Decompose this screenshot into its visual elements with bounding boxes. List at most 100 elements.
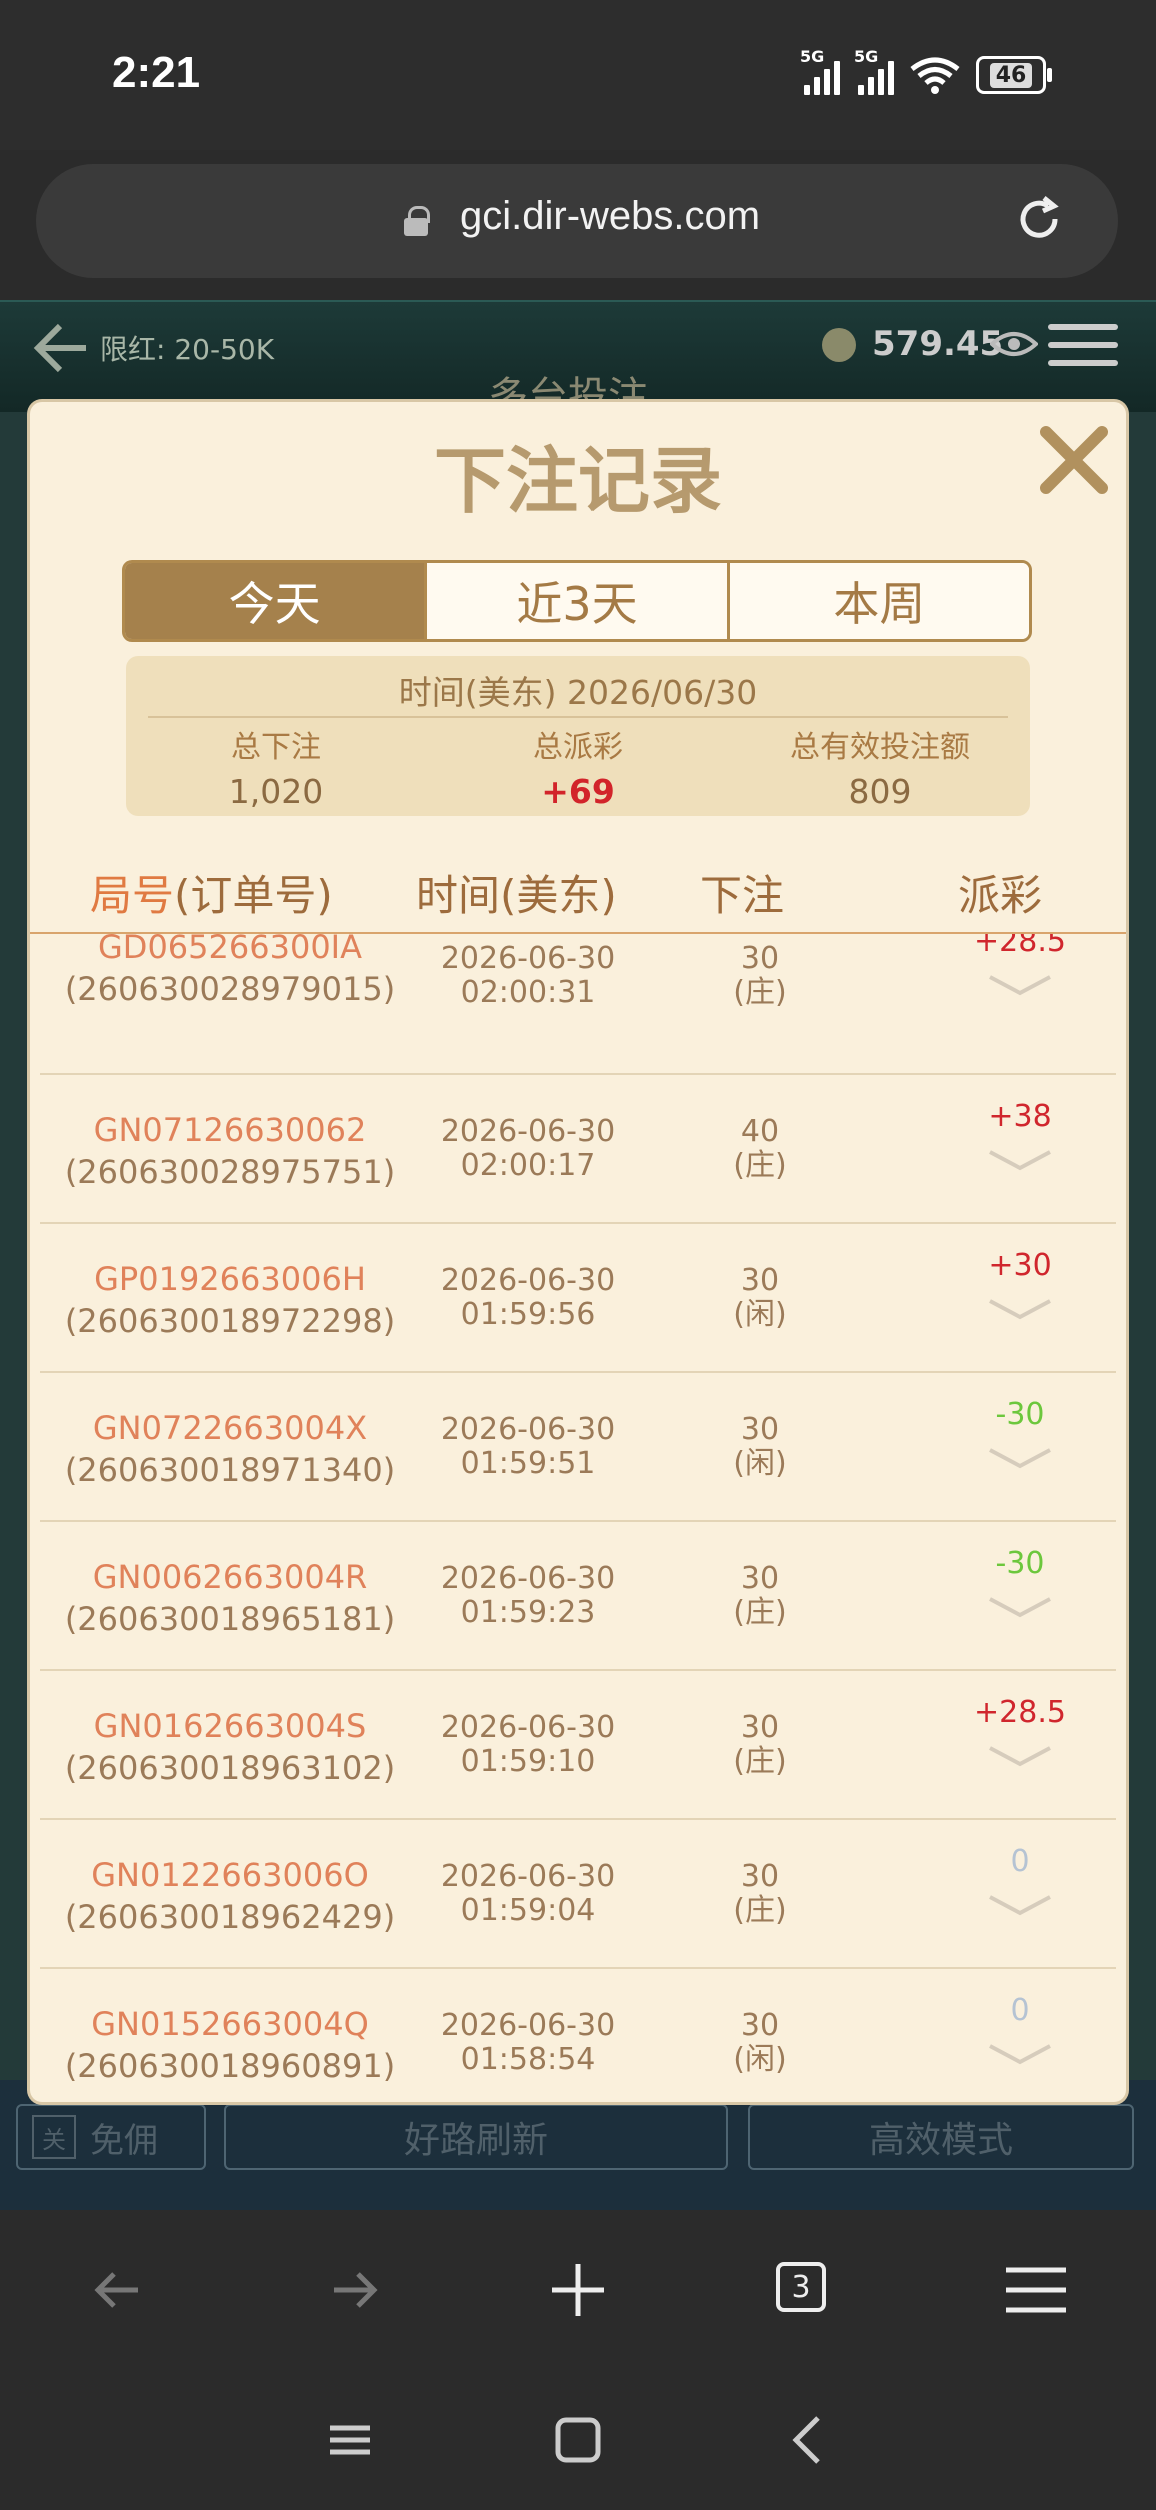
bet-side: (庄) — [733, 975, 787, 1010]
round-id: GN0122663006O — [91, 1856, 369, 1894]
table-row[interactable]: GN0162663004S (260630018963102) 2026-06-3… — [40, 1669, 1116, 1820]
round-id: GD065266300IA — [98, 934, 362, 966]
summary-date: 时间(美东) 2026/06/30 — [398, 673, 758, 712]
reload-icon[interactable] — [1014, 194, 1064, 244]
table-row[interactable]: GN07126630062 (260630028975751) 2026-06-3… — [40, 1073, 1116, 1224]
chevron-down-icon[interactable] — [988, 1446, 1052, 1470]
bet-amount: 40 — [740, 1114, 780, 1149]
bet-amount: 30 — [740, 2008, 780, 2043]
bet-date: 2026-06-30 — [440, 1561, 616, 1596]
tab-last-3-days[interactable]: 近3天 — [427, 563, 730, 639]
bet-side: (闲) — [733, 2042, 787, 2077]
system-back-icon[interactable] — [768, 2400, 848, 2480]
bet-date: 2026-06-30 — [440, 1114, 616, 1149]
bet-side: (庄) — [733, 1893, 787, 1928]
chevron-down-icon[interactable] — [988, 973, 1052, 997]
close-icon[interactable] — [1034, 420, 1114, 500]
payout-value: -30 — [995, 1397, 1045, 1432]
chevron-down-icon[interactable] — [988, 1297, 1052, 1321]
header-round: 局号(订单号) — [90, 871, 333, 920]
chevron-down-icon[interactable] — [988, 1595, 1052, 1619]
bet-date: 2026-06-30 — [440, 941, 616, 976]
bet-side: (庄) — [733, 1148, 787, 1183]
bet-date: 2026-06-30 — [440, 2008, 616, 2043]
forward-icon[interactable] — [310, 2250, 390, 2330]
back-icon[interactable] — [82, 2250, 162, 2330]
bet-date: 2026-06-30 — [440, 1412, 616, 1447]
chevron-down-icon[interactable] — [988, 2042, 1052, 2066]
order-id: (260630018972298) — [64, 1302, 396, 1340]
bet-records-modal: 下注记录 今天 近3天 本周 时间(美东) 2026/06/30 总下注 1,0… — [30, 402, 1126, 2102]
table-row[interactable]: GD065266300IA (260630028979015) 2026-06-3… — [40, 934, 1116, 1075]
header-payout: 派彩 — [958, 871, 1043, 920]
valid-bet: 总有效投注额 809 — [790, 730, 970, 811]
round-id: GN0152663004Q — [91, 2005, 369, 2043]
order-id: (260630018962429) — [64, 1898, 396, 1936]
tab-this-week[interactable]: 本周 — [729, 563, 1029, 639]
records-list[interactable]: GD065266300IA (260630028979015) 2026-06-3… — [40, 934, 1116, 2102]
bet-time: 01:59:23 — [460, 1595, 596, 1630]
bet-time: 01:59:51 — [460, 1446, 596, 1481]
balance: 579.45 — [872, 324, 1004, 364]
order-id: (260630018965181) — [64, 1600, 396, 1638]
order-id: (260630018971340) — [64, 1451, 396, 1489]
recent-apps-icon[interactable] — [310, 2400, 390, 2480]
browser-toolbar: 3 — [0, 2210, 1156, 2370]
table-row[interactable]: GP0192663006H (260630018972298) 2026-06-3… — [40, 1222, 1116, 1373]
signal-icon: 5G — [854, 47, 894, 95]
round-id: GN0162663004S — [93, 1707, 367, 1745]
new-tab-icon[interactable] — [538, 2250, 618, 2330]
menu-icon[interactable] — [996, 2250, 1076, 2330]
payout-value: 0 — [1010, 1993, 1030, 2028]
tab-switcher-button[interactable]: 3 — [776, 2262, 826, 2312]
bet-side: (闲) — [733, 1446, 787, 1481]
header-time: 时间(美东) — [416, 871, 617, 920]
bet-date: 2026-06-30 — [440, 1263, 616, 1298]
efficient-mode-button[interactable]: 高效模式 — [748, 2104, 1134, 2170]
bet-amount: 30 — [740, 1263, 780, 1298]
bet-amount: 30 — [740, 1412, 780, 1447]
bet-date: 2026-06-30 — [440, 1710, 616, 1745]
bet-side: (庄) — [733, 1595, 787, 1630]
menu-icon[interactable] — [1048, 324, 1118, 374]
commission-free-toggle[interactable]: 关 免佣 — [16, 2104, 206, 2170]
url-text[interactable]: gci.dir-webs.com — [460, 194, 760, 239]
chevron-down-icon[interactable] — [988, 1893, 1052, 1917]
chevron-down-icon[interactable] — [988, 1744, 1052, 1768]
bet-limit: 限红: 20-50K — [100, 333, 275, 366]
table-row[interactable]: GN0062663004R (260630018965181) 2026-06-3… — [40, 1520, 1116, 1671]
toggle-label: 免佣 — [90, 2120, 158, 2161]
bet-date: 2026-06-30 — [440, 1859, 616, 1894]
bet-time: 02:00:17 — [460, 1148, 596, 1183]
round-id: GN07126630062 — [93, 1111, 367, 1149]
bet-time: 01:59:04 — [460, 1893, 596, 1928]
refresh-roads-button[interactable]: 好路刷新 — [224, 2104, 728, 2170]
status-bar: 2:21 5G 5G 46 — [0, 0, 1156, 150]
bet-time: 02:00:31 — [460, 975, 596, 1010]
home-icon[interactable] — [538, 2400, 618, 2480]
chevron-down-icon[interactable] — [988, 1148, 1052, 1172]
tab-today[interactable]: 今天 — [125, 563, 428, 639]
back-arrow-icon[interactable] — [30, 318, 90, 378]
table-row[interactable]: GN0152663004Q (260630018960891) 2026-06-3… — [40, 1967, 1116, 2102]
total-payout: 总派彩 +69 — [533, 730, 623, 811]
eye-icon[interactable] — [990, 330, 1038, 358]
order-id: (260630018960891) — [64, 2047, 396, 2085]
bet-time: 01:59:56 — [460, 1297, 596, 1332]
total-bet: 总下注 1,020 — [228, 730, 324, 811]
table-row[interactable]: GN0122663006O (260630018962429) 2026-06-3… — [40, 1818, 1116, 1969]
battery-icon: 46 — [976, 56, 1052, 94]
modal-title: 下注记录 — [433, 439, 722, 523]
header-bet: 下注 — [700, 871, 785, 920]
signal-icon: 5G — [800, 47, 840, 95]
bet-time: 01:58:54 — [460, 2042, 596, 2077]
toggle-box: 关 — [32, 2115, 76, 2159]
table-row[interactable]: GN0722663004X (260630018971340) 2026-06-3… — [40, 1371, 1116, 1522]
address-bar[interactable]: gci.dir-webs.com — [36, 164, 1118, 278]
game-header: 限红: 20-50K 579.45 多台投注 — [0, 300, 1156, 420]
order-id: (260630018963102) — [64, 1749, 396, 1787]
system-navigation — [0, 2370, 1156, 2510]
coin-icon — [822, 328, 856, 362]
round-id: GN0062663004R — [92, 1558, 368, 1596]
table-header: 局号(订单号) 时间(美东) 下注 派彩 — [30, 852, 1126, 934]
